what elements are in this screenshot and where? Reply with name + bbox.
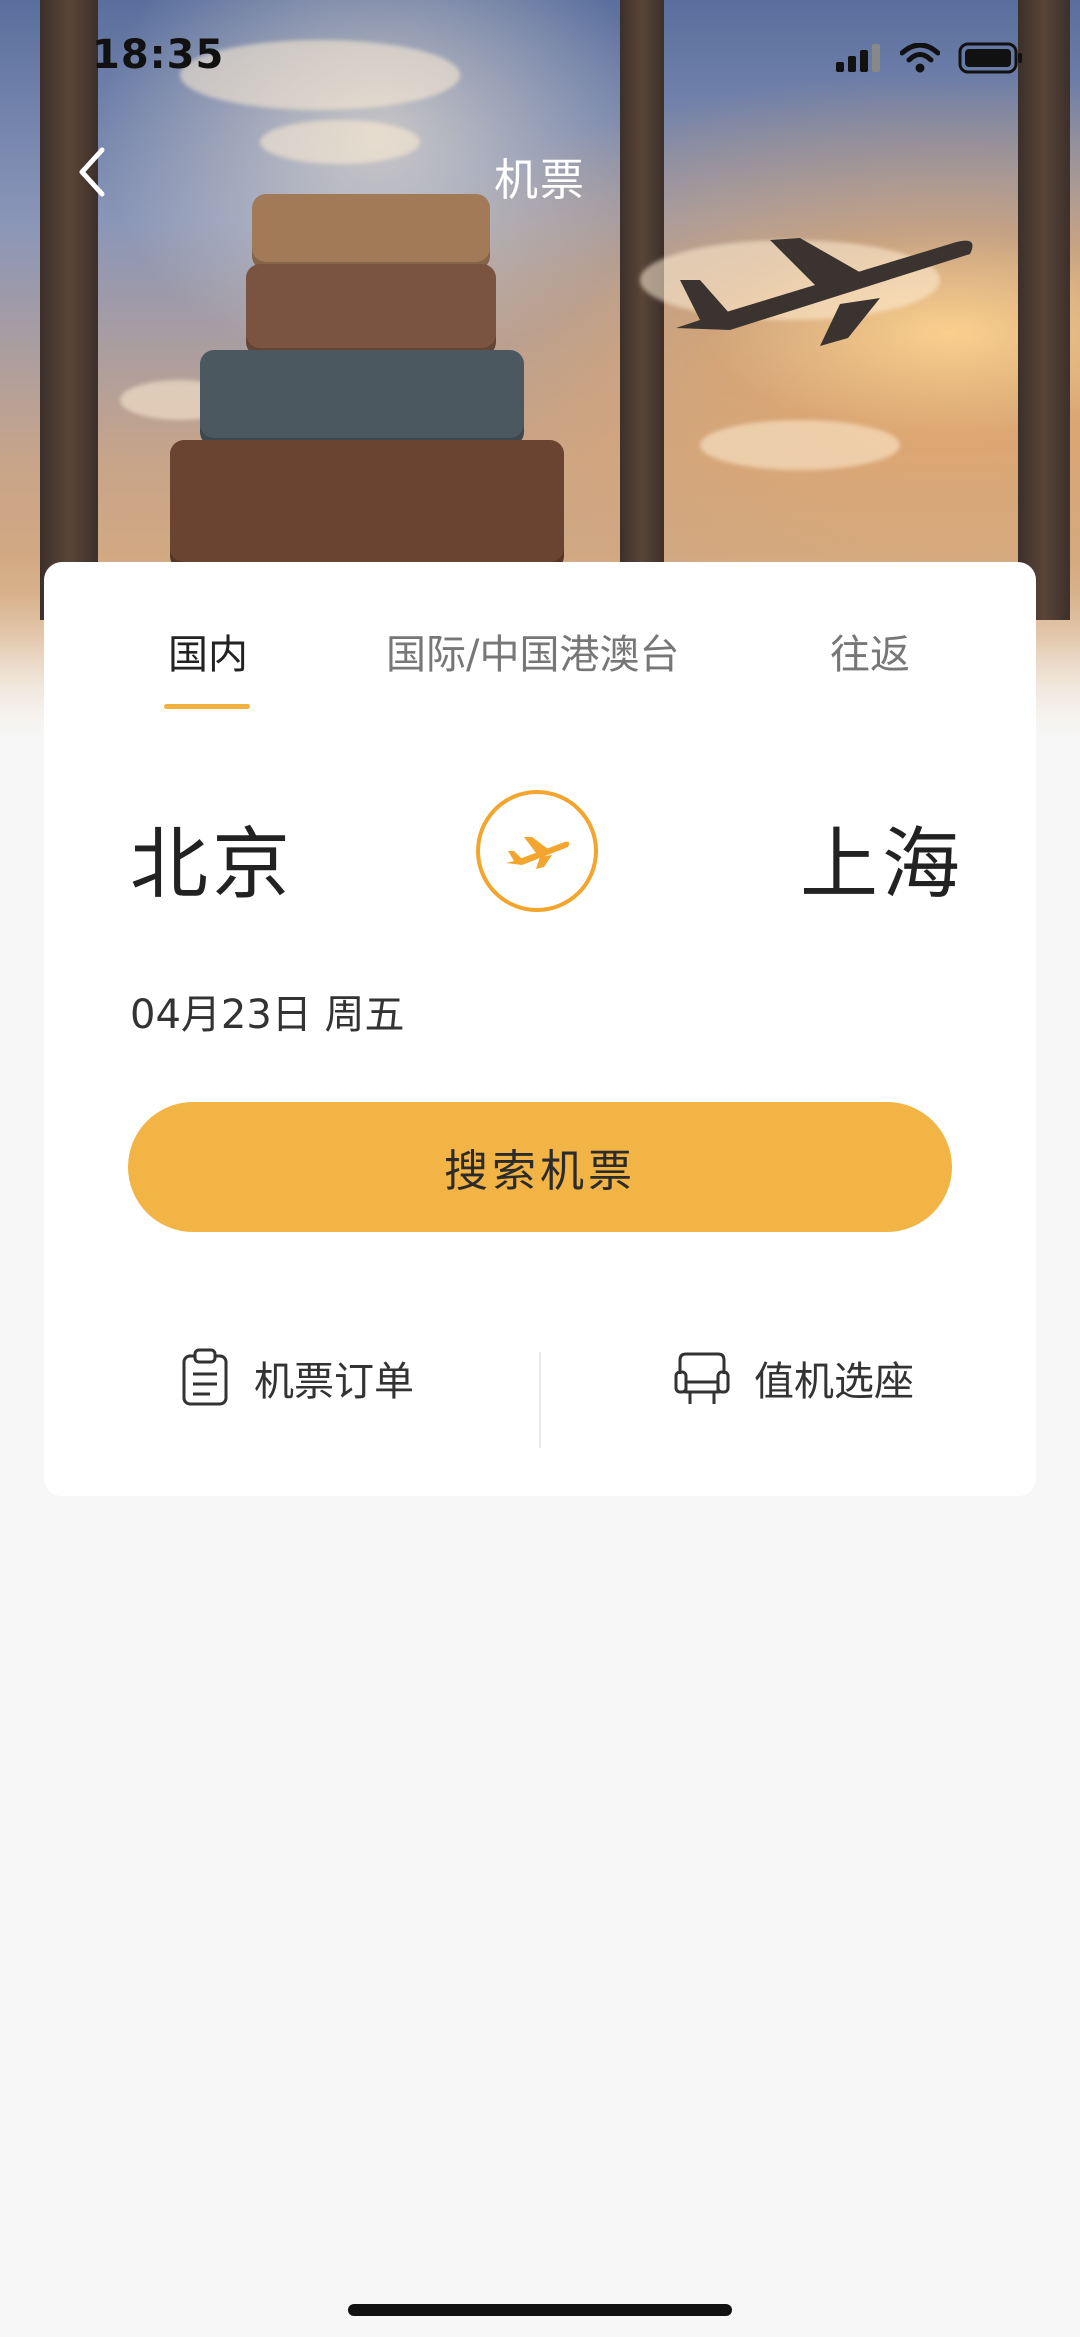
signal-icon xyxy=(836,44,880,72)
plane-icon xyxy=(506,837,570,869)
battery-icon xyxy=(958,42,1022,74)
search-flights-button[interactable]: 搜索机票 xyxy=(128,1102,952,1232)
flight-orders-label: 机票订单 xyxy=(254,1359,414,1405)
suitcase xyxy=(246,264,496,356)
arrival-city[interactable]: 上海 xyxy=(800,802,964,914)
flight-orders-button[interactable]: 机票订单 xyxy=(180,1348,414,1408)
departure-date[interactable]: 04月23日 周五 xyxy=(130,982,405,1040)
tab-domestic[interactable]: 国内 xyxy=(168,622,248,680)
window-pillar xyxy=(620,0,664,620)
tab-bar: 国内 国际/中国港澳台 往返 xyxy=(44,622,1036,702)
page-title: 机票 xyxy=(494,155,586,206)
window-pillar xyxy=(40,0,98,620)
active-tab-indicator xyxy=(164,704,250,709)
home-indicator xyxy=(348,2304,732,2316)
suitcase xyxy=(170,440,564,570)
status-icons xyxy=(836,42,1024,74)
tab-international[interactable]: 国际/中国港澳台 xyxy=(386,622,679,680)
tab-round-trip[interactable]: 往返 xyxy=(830,622,910,680)
check-in-seat-button[interactable]: 值机选座 xyxy=(674,1348,914,1408)
status-time: 18:35 xyxy=(92,32,225,78)
window-pillar xyxy=(1018,0,1070,620)
action-divider xyxy=(539,1352,541,1448)
suitcase xyxy=(200,350,524,446)
departure-city[interactable]: 北京 xyxy=(130,802,294,914)
seat-icon xyxy=(674,1352,730,1404)
swap-cities-button[interactable] xyxy=(476,790,598,912)
check-in-seat-label: 值机选座 xyxy=(754,1359,914,1405)
airplane-silhouette xyxy=(676,238,973,346)
wifi-icon xyxy=(900,43,940,73)
clipboard-icon xyxy=(182,1348,228,1406)
cloud xyxy=(700,420,900,470)
bottom-actions: 机票订单 值机选座 xyxy=(44,1348,1036,1448)
flight-search-card: 国内 国际/中国港澳台 往返 北京 上海 04月23日 周五 搜索机票 机票订单 xyxy=(44,562,1036,1496)
